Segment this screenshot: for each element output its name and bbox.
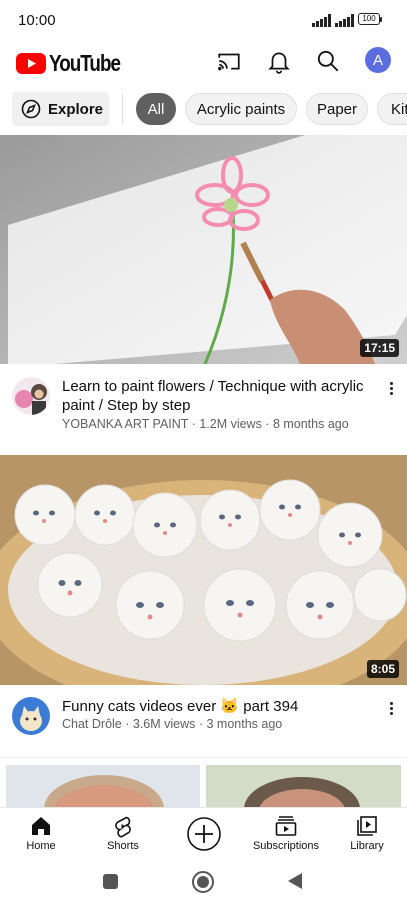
video-title[interactable]: Funny cats videos ever 🐱 part 394 bbox=[62, 697, 372, 716]
home-system-button[interactable] bbox=[192, 871, 214, 893]
clock: 10:00 bbox=[18, 12, 56, 29]
shorts-thumbnail-2[interactable] bbox=[206, 765, 401, 807]
video-metadata: Chat Drôle · 3.6M views · 3 months ago bbox=[62, 717, 283, 731]
nav-library[interactable]: Library bbox=[340, 808, 394, 858]
video-thumbnail-1[interactable]: 17:15 bbox=[0, 135, 407, 364]
chip-kit[interactable]: Kit bbox=[377, 93, 407, 125]
account-avatar[interactable]: A bbox=[365, 47, 391, 73]
explore-button[interactable]: Explore bbox=[12, 92, 109, 126]
painting-thumbnail-image bbox=[0, 135, 407, 364]
nav-shorts-label: Shorts bbox=[107, 840, 139, 852]
more-options-icon[interactable] bbox=[384, 700, 398, 718]
system-navigation-bar bbox=[0, 858, 407, 906]
status-bar: 10:00 100 bbox=[0, 0, 407, 42]
compass-icon bbox=[21, 99, 41, 119]
battery-level: 100 bbox=[362, 14, 376, 23]
video-thumbnail-2[interactable]: 8:05 bbox=[0, 455, 407, 685]
nav-subscriptions[interactable]: Subscriptions bbox=[248, 808, 324, 858]
nav-home-label: Home bbox=[26, 840, 56, 852]
video-meta-1[interactable]: Learn to paint flowers / Technique with … bbox=[0, 377, 407, 447]
filter-chips: Explore All Acrylic paints Paper Kit bbox=[0, 90, 407, 130]
create-button[interactable] bbox=[184, 808, 224, 858]
channel-avatar[interactable] bbox=[12, 697, 50, 735]
nav-subscriptions-label: Subscriptions bbox=[252, 840, 320, 852]
chip-paper[interactable]: Paper bbox=[306, 93, 368, 125]
chip-acrylic-paints[interactable]: Acrylic paints bbox=[185, 93, 297, 125]
app-header: YouTube A bbox=[0, 42, 407, 82]
video-duration: 17:15 bbox=[360, 339, 399, 357]
add-circle-icon bbox=[187, 817, 221, 851]
shorts-icon bbox=[115, 816, 131, 838]
shorts-preview-image bbox=[6, 765, 200, 807]
nav-library-label: Library bbox=[350, 840, 384, 852]
notifications-bell-icon[interactable] bbox=[266, 48, 292, 74]
chip-divider bbox=[122, 94, 123, 124]
library-icon bbox=[357, 816, 377, 836]
nav-home[interactable]: Home bbox=[14, 808, 68, 858]
video-metadata: YOBANKA ART PAINT · 1.2M views · 8 month… bbox=[62, 417, 349, 431]
youtube-play-icon bbox=[16, 53, 46, 74]
brand-name: YouTube bbox=[49, 50, 121, 76]
more-options-icon[interactable] bbox=[384, 380, 398, 398]
nav-shorts[interactable]: Shorts bbox=[96, 808, 150, 858]
chip-all[interactable]: All bbox=[136, 93, 176, 125]
shorts-thumbnail-1[interactable] bbox=[6, 765, 200, 807]
explore-label: Explore bbox=[48, 101, 104, 118]
bottom-navigation: Home Shorts Subscriptions Library bbox=[0, 807, 407, 858]
search-icon[interactable] bbox=[315, 48, 341, 74]
shorts-preview-image bbox=[206, 765, 401, 807]
signal-icon bbox=[312, 14, 331, 27]
video-title[interactable]: Learn to paint flowers / Technique with … bbox=[62, 377, 372, 415]
youtube-logo[interactable]: YouTube bbox=[16, 50, 126, 76]
battery-icon: 100 bbox=[358, 13, 384, 26]
back-icon[interactable] bbox=[287, 872, 303, 890]
subscriptions-icon bbox=[275, 816, 297, 836]
channel-avatar[interactable] bbox=[12, 377, 50, 415]
video-duration: 8:05 bbox=[366, 660, 399, 678]
recents-button[interactable] bbox=[103, 874, 118, 889]
signal-icon-2 bbox=[335, 14, 354, 27]
section-divider bbox=[0, 757, 407, 758]
cats-thumbnail-image bbox=[0, 455, 407, 685]
cast-icon[interactable] bbox=[216, 48, 242, 74]
home-icon bbox=[32, 817, 50, 835]
